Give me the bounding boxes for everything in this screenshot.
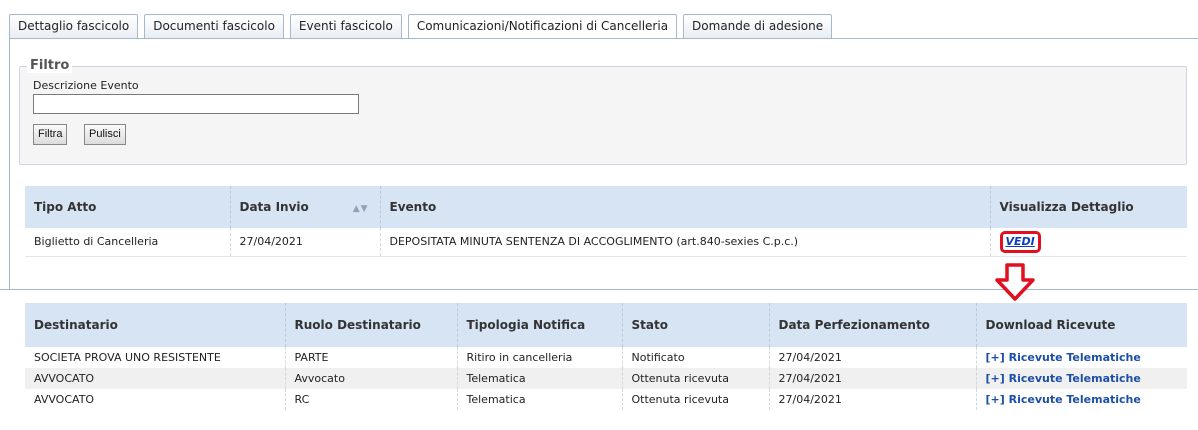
pulisci-button[interactable]: Pulisci: [84, 124, 126, 145]
cell-data-perfezionamento: 27/04/2021: [768, 347, 976, 368]
col-data-perfezionamento: Data Perfezionamento: [768, 303, 976, 347]
table-row: Biglietto di Cancelleria 27/04/2021 DEPO…: [25, 228, 1187, 257]
cell-ruolo: Avvocato: [284, 368, 457, 389]
ricevute-telematiche-link[interactable]: [+] Ricevute Telematiche: [986, 372, 1141, 385]
cell-destinatario: AVVOCATO: [25, 368, 285, 389]
vedi-link[interactable]: VEDI: [999, 230, 1041, 253]
col-evento[interactable]: Evento: [379, 186, 990, 228]
table-row: AVVOCATO Avvocato Telematica Ottenuta ri…: [25, 368, 1187, 389]
ricevute-telematiche-link[interactable]: [+] Ricevute Telematiche: [986, 351, 1141, 364]
col-visualizza-dettaglio: Visualizza Dettaglio: [989, 186, 1187, 228]
filtra-button[interactable]: Filtra: [33, 124, 68, 145]
col-tipologia-notifica: Tipologia Notifica: [456, 303, 622, 347]
cell-download: [+] Ricevute Telematiche: [975, 368, 1187, 389]
col-download-ricevute: Download Ricevute: [975, 303, 1187, 347]
table-row: AVVOCATO RC Telematica Ottenuta ricevuta…: [25, 389, 1187, 410]
cell-stato: Ottenuta ricevuta: [621, 368, 769, 389]
cell-stato: Ottenuta ricevuta: [621, 389, 769, 410]
red-down-arrow-icon: [995, 263, 1035, 301]
sort-arrows-icon[interactable]: ▲▼: [353, 204, 369, 214]
events-table: Tipo Atto Data Invio ▲▼ Evento Visualizza…: [25, 186, 1187, 257]
cell-evento: DEPOSITATA MINUTA SENTENZA DI ACCOGLIMEN…: [379, 228, 990, 257]
cell-data-perfezionamento: 27/04/2021: [768, 389, 976, 410]
cell-stato: Notificato: [621, 347, 769, 368]
cell-ruolo: PARTE: [284, 347, 457, 368]
recipients-table: Destinatario Ruolo Destinatario Tipologi…: [25, 303, 1187, 410]
tab-comunicazioni-notificazioni[interactable]: Comunicazioni/Notificazioni di Canceller…: [407, 14, 678, 39]
col-tipo-atto[interactable]: Tipo Atto: [25, 186, 230, 228]
cell-data-perfezionamento: 27/04/2021: [768, 368, 976, 389]
filter-legend: Filtro: [27, 58, 73, 73]
events-header-row: Tipo Atto Data Invio ▲▼ Evento Visualizza…: [25, 186, 1187, 228]
cell-destinatario: SOCIETA PROVA UNO RESISTENTE: [34, 351, 221, 364]
cell-tipologia: Telematica: [456, 368, 622, 389]
tab-eventi-fascicolo[interactable]: Eventi fascicolo: [289, 14, 402, 38]
cell-download: [+] Ricevute Telematiche: [975, 389, 1187, 410]
descrizione-evento-input[interactable]: [33, 94, 359, 114]
col-data-invio[interactable]: Data Invio ▲▼: [229, 186, 380, 228]
cell-tipo-atto: Biglietto di Cancelleria: [25, 228, 230, 257]
col-destinatario: Destinatario: [25, 303, 285, 347]
cell-tipologia: Telematica: [456, 389, 622, 410]
descrizione-evento-label: Descrizione Evento: [33, 79, 139, 92]
table-row: SOCIETA PROVA UNO RESISTENTE PARTE Ritir…: [25, 347, 1187, 368]
tab-dettaglio-fascicolo[interactable]: Dettaglio fascicolo: [9, 14, 139, 38]
cell-tipologia: Ritiro in cancelleria: [456, 347, 622, 368]
tab-documenti-fascicolo[interactable]: Documenti fascicolo: [144, 14, 284, 38]
cell-data-invio: 27/04/2021: [229, 228, 380, 257]
filter-box: [19, 66, 1187, 165]
ricevute-telematiche-link[interactable]: [+] Ricevute Telematiche: [986, 393, 1141, 406]
cell-visualizza: VEDI: [989, 228, 1187, 257]
cell-destinatario: AVVOCATO: [34, 393, 95, 406]
recipients-header-row: Destinatario Ruolo Destinatario Tipologi…: [25, 303, 1187, 347]
cell-download: [+] Ricevute Telematiche: [975, 347, 1187, 368]
cell-ruolo: RC: [284, 389, 457, 410]
col-stato: Stato: [621, 303, 769, 347]
tab-bar: Dettaglio fascicolo Documenti fascicolo …: [9, 14, 838, 39]
col-ruolo-destinatario: Ruolo Destinatario: [284, 303, 457, 347]
tab-domande-adesione[interactable]: Domande di adesione: [683, 14, 833, 38]
